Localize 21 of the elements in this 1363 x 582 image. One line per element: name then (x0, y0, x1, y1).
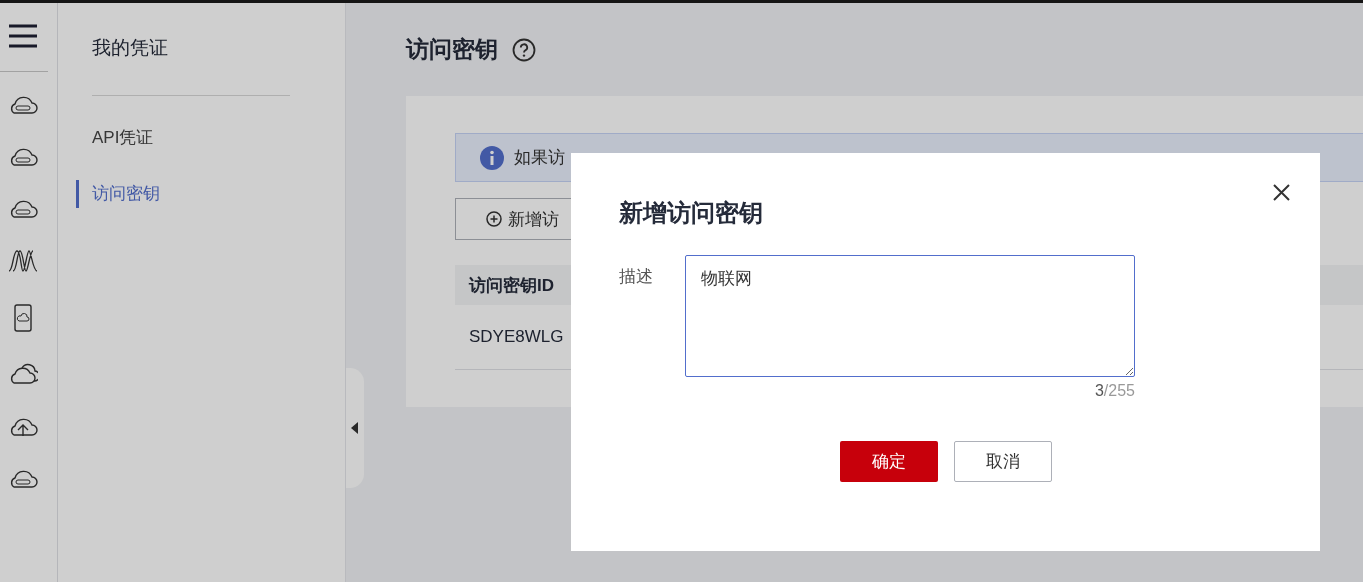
menu-icon[interactable] (7, 23, 38, 49)
close-icon[interactable] (1273, 184, 1290, 201)
collapse-handle[interactable] (346, 368, 364, 488)
caret-icon (351, 422, 359, 434)
info-icon (480, 145, 504, 170)
plus-icon (486, 211, 502, 227)
help-icon[interactable] (512, 37, 536, 62)
sidebar-title: 我的凭证 (92, 36, 169, 60)
dialog-title: 新增访问密钥 (619, 198, 764, 228)
description-field[interactable]: 物联网 (685, 255, 1135, 377)
field-label: 描述 (619, 266, 654, 288)
page-title: 访问密钥 (406, 35, 498, 64)
sidebar-item[interactable]: 访问密钥 (76, 180, 345, 208)
waves-icon[interactable] (7, 249, 38, 273)
table-cell: SDYE8WLG (469, 327, 564, 347)
column-header: 访问密钥ID (469, 274, 554, 297)
character-counter: 3/255 (1093, 382, 1135, 400)
confirm-button[interactable]: 确定 (840, 441, 938, 482)
cancel-button[interactable]: 取消 (954, 441, 1052, 482)
banner-text: 如果访 (514, 147, 565, 169)
sidebar-item[interactable]: API凭证 (92, 124, 345, 152)
